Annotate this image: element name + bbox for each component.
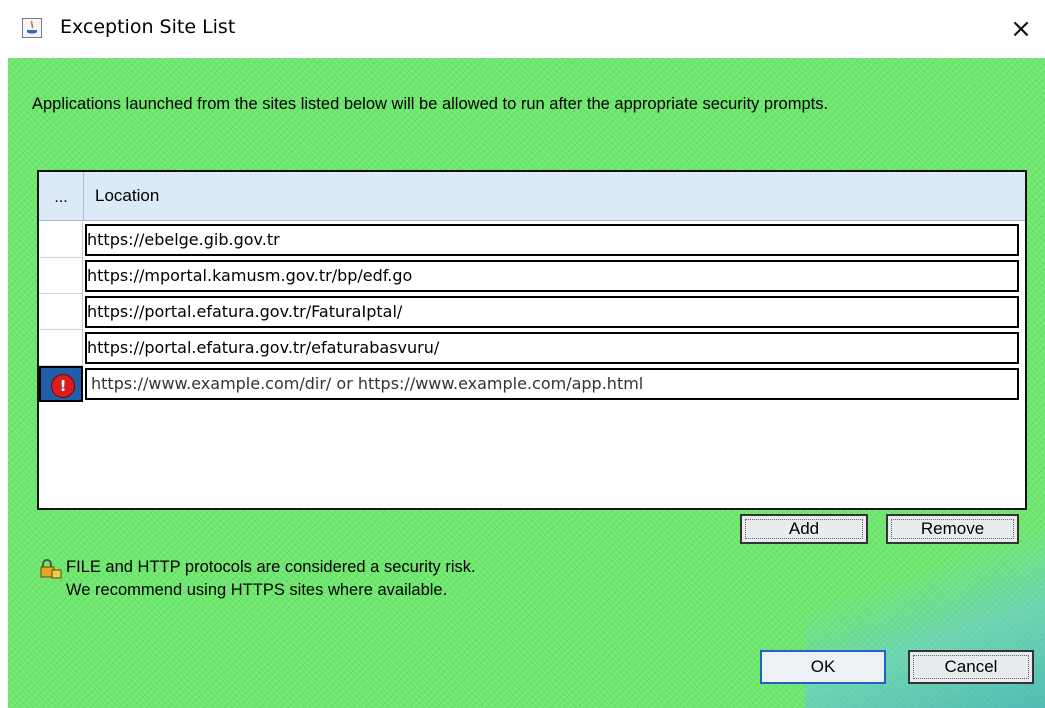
table-row[interactable]: https://mportal.kamusm.gov.tr/bp/edf.go	[39, 258, 1025, 294]
add-button[interactable]: Add	[740, 514, 868, 544]
ok-button-label: OK	[810, 657, 836, 676]
column-header-select[interactable]: ...	[39, 172, 84, 220]
remove-button-label: Remove	[920, 519, 985, 538]
add-button-label: Add	[788, 519, 820, 538]
location-cell[interactable]: https://ebelge.gib.gov.tr	[85, 224, 1019, 256]
cancel-button-label: Cancel	[944, 657, 998, 676]
row-select-cell[interactable]	[39, 330, 83, 366]
ok-button[interactable]: OK	[760, 650, 886, 684]
table-row[interactable]: https://portal.efatura.gov.tr/efaturabas…	[39, 330, 1025, 366]
table-row[interactable]: https://portal.efatura.gov.tr/FaturaIpta…	[39, 294, 1025, 330]
lock-icon	[40, 559, 62, 579]
location-cell[interactable]: https://mportal.kamusm.gov.tr/bp/edf.go	[85, 260, 1019, 292]
intro-text: Applications launched from the sites lis…	[32, 95, 829, 113]
column-header-location[interactable]: Location	[95, 172, 159, 220]
table-header: ... Location	[39, 172, 1025, 221]
table-row-editing[interactable]: ! https://www.example.com/dir/ or https:…	[39, 366, 1025, 402]
security-note-line-1: FILE and HTTP protocols are considered a…	[66, 558, 476, 576]
row-select-cell[interactable]	[39, 294, 83, 330]
warning-icon: !	[51, 374, 75, 398]
remove-button[interactable]: Remove	[886, 514, 1019, 544]
security-note-line-2: We recommend using HTTPS sites where ava…	[66, 581, 448, 599]
window-title: Exception Site List	[60, 16, 236, 38]
row-select-cell[interactable]	[39, 258, 83, 294]
row-select-cell[interactable]: !	[39, 366, 83, 402]
exception-site-table[interactable]: ... Location https://ebelge.gib.gov.tr h…	[37, 170, 1027, 510]
location-cell[interactable]: https://portal.efatura.gov.tr/FaturaIpta…	[85, 296, 1019, 328]
table-row[interactable]: https://ebelge.gib.gov.tr	[39, 222, 1025, 258]
java-icon	[22, 18, 42, 38]
row-select-cell[interactable]	[39, 222, 83, 258]
dialog-body: Applications launched from the sites lis…	[8, 58, 1045, 708]
cancel-button[interactable]: Cancel	[908, 650, 1034, 684]
close-icon[interactable]: ×	[1000, 8, 1042, 50]
location-input[interactable]: https://www.example.com/dir/ or https://…	[85, 368, 1019, 400]
title-bar: Exception Site List ×	[0, 0, 1045, 58]
location-cell[interactable]: https://portal.efatura.gov.tr/efaturabas…	[85, 332, 1019, 364]
